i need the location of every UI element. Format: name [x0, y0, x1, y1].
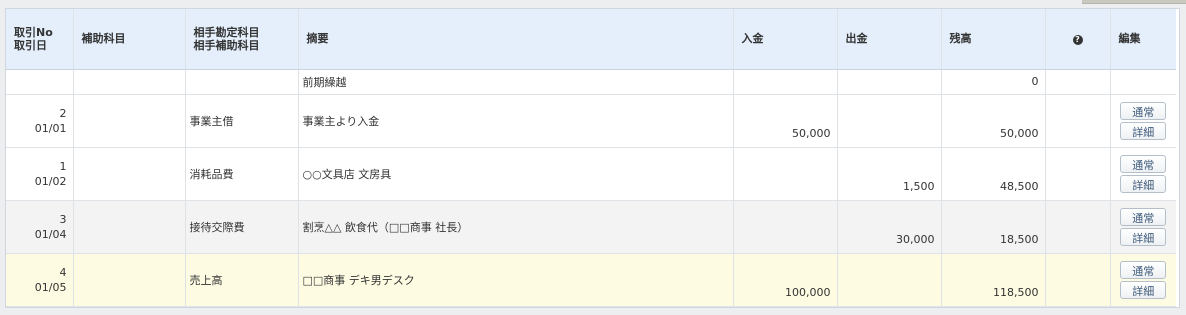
carry-no-cell — [6, 69, 74, 94]
description-cell: 事業主より入金 — [298, 94, 734, 147]
help-cell — [1045, 253, 1111, 306]
description-cell: 割烹△△ 飲食代（□□商事 社長） — [298, 200, 734, 253]
withdrawal-cell — [837, 253, 942, 306]
carry-withdrawal-cell — [837, 69, 942, 94]
table-row[interactable]: 4 01/05 売上高 □□商事 デキ男デスク 100,000 118,500 通常 詳細 — [6, 253, 1176, 306]
header-date-label: 取引日 — [14, 38, 47, 52]
normal-edit-button[interactable]: 通常 — [1120, 260, 1167, 279]
edit-cell: 通常 詳細 — [1110, 147, 1176, 200]
balance-cell: 18,500 — [941, 200, 1046, 253]
edit-cell: 通常 詳細 — [1110, 94, 1176, 147]
balance-cell: 48,500 — [941, 147, 1046, 200]
detail-edit-button[interactable]: 詳細 — [1120, 121, 1167, 140]
txn-no: 3 — [59, 212, 67, 226]
carry-help-cell — [1045, 69, 1111, 94]
balance-cell: 118,500 — [941, 253, 1046, 306]
toolbar-fragment — [1082, 0, 1186, 4]
header-deposit[interactable]: 入金 — [733, 9, 838, 70]
table-row[interactable]: 2 01/01 事業主借 事業主より入金 50,000 50,000 通常 詳細 — [6, 94, 1176, 147]
edit-cell: 通常 詳細 — [1110, 200, 1176, 253]
carry-sub-account-cell — [73, 69, 186, 94]
normal-edit-button[interactable]: 通常 — [1120, 101, 1167, 120]
sub-account-cell — [73, 94, 186, 147]
help-cell — [1045, 94, 1111, 147]
carry-counter-cell — [185, 69, 299, 94]
help-cell — [1045, 147, 1111, 200]
withdrawal-cell: 30,000 — [837, 200, 942, 253]
header-counter-account[interactable]: 相手勘定科目 相手補助科目 — [185, 9, 299, 70]
withdrawal-cell — [837, 94, 942, 147]
sub-account-cell — [73, 147, 186, 200]
header-no-label: 取引No — [14, 25, 53, 39]
normal-edit-button[interactable]: 通常 — [1120, 207, 1167, 226]
carry-over-row: 前期繰越 0 — [6, 69, 1176, 94]
txn-date: 01/01 — [34, 121, 67, 135]
deposit-cell — [733, 200, 838, 253]
txn-no-date: 2 01/01 — [6, 94, 74, 147]
txn-no-date: 3 01/04 — [6, 200, 74, 253]
counter-account-cell: 事業主借 — [185, 94, 299, 147]
txn-no-date: 1 01/02 — [6, 147, 74, 200]
header-sub-account[interactable]: 補助科目 — [73, 9, 186, 70]
header-balance[interactable]: 残高 — [941, 9, 1046, 70]
carry-deposit-cell — [733, 69, 838, 94]
header-withdrawal[interactable]: 出金 — [837, 9, 942, 70]
counter-account-cell: 消耗品費 — [185, 147, 299, 200]
table-row[interactable]: 3 01/04 接待交際費 割烹△△ 飲食代（□□商事 社長） 30,000 18,500… — [6, 200, 1176, 253]
sub-account-cell — [73, 200, 186, 253]
carry-edit-cell — [1110, 69, 1176, 94]
txn-no: 1 — [59, 159, 67, 173]
deposit-cell — [733, 147, 838, 200]
deposit-cell: 50,000 — [733, 94, 838, 147]
header-description[interactable]: 摘要 — [298, 9, 734, 70]
counter-account-cell: 売上高 — [185, 253, 299, 306]
counter-account-cell: 接待交際費 — [185, 200, 299, 253]
header-help: ? — [1045, 9, 1111, 70]
txn-no-date: 4 01/05 — [6, 253, 74, 306]
header-counter-sub-label: 相手補助科目 — [193, 38, 260, 52]
ledger-table: 取引No 取引日 補助科目 相手勘定科目 相手補助科目 摘要 入金 出金 残高 … — [6, 9, 1176, 307]
txn-no: 2 — [59, 106, 67, 120]
txn-date: 01/05 — [34, 280, 67, 294]
normal-edit-button[interactable]: 通常 — [1120, 154, 1167, 173]
withdrawal-cell: 1,500 — [837, 147, 942, 200]
detail-edit-button[interactable]: 詳細 — [1120, 280, 1167, 299]
detail-edit-button[interactable]: 詳細 — [1120, 227, 1167, 246]
help-cell — [1045, 200, 1111, 253]
detail-edit-button[interactable]: 詳細 — [1120, 174, 1167, 193]
header-counter-label: 相手勘定科目 — [193, 25, 260, 39]
ledger-table-panel: 取引No 取引日 補助科目 相手勘定科目 相手補助科目 摘要 入金 出金 残高 … — [5, 8, 1180, 308]
balance-cell: 50,000 — [941, 94, 1046, 147]
header-edit: 編集 — [1110, 9, 1176, 70]
description-cell: □□商事 デキ男デスク — [298, 253, 734, 306]
txn-no: 4 — [59, 265, 67, 279]
table-row[interactable]: 1 01/02 消耗品費 ○○文具店 文房具 1,500 48,500 通常 詳細 — [6, 147, 1176, 200]
carry-description: 前期繰越 — [298, 69, 734, 94]
txn-date: 01/02 — [34, 174, 67, 188]
header-no-date[interactable]: 取引No 取引日 — [6, 9, 74, 70]
txn-date: 01/04 — [34, 227, 67, 241]
deposit-cell: 100,000 — [733, 253, 838, 306]
help-icon[interactable]: ? — [1072, 35, 1083, 46]
edit-cell: 通常 詳細 — [1110, 253, 1176, 306]
sub-account-cell — [73, 253, 186, 306]
carry-balance: 0 — [941, 69, 1046, 94]
description-cell: ○○文具店 文房具 — [298, 147, 734, 200]
header-row: 取引No 取引日 補助科目 相手勘定科目 相手補助科目 摘要 入金 出金 残高 … — [6, 9, 1176, 70]
